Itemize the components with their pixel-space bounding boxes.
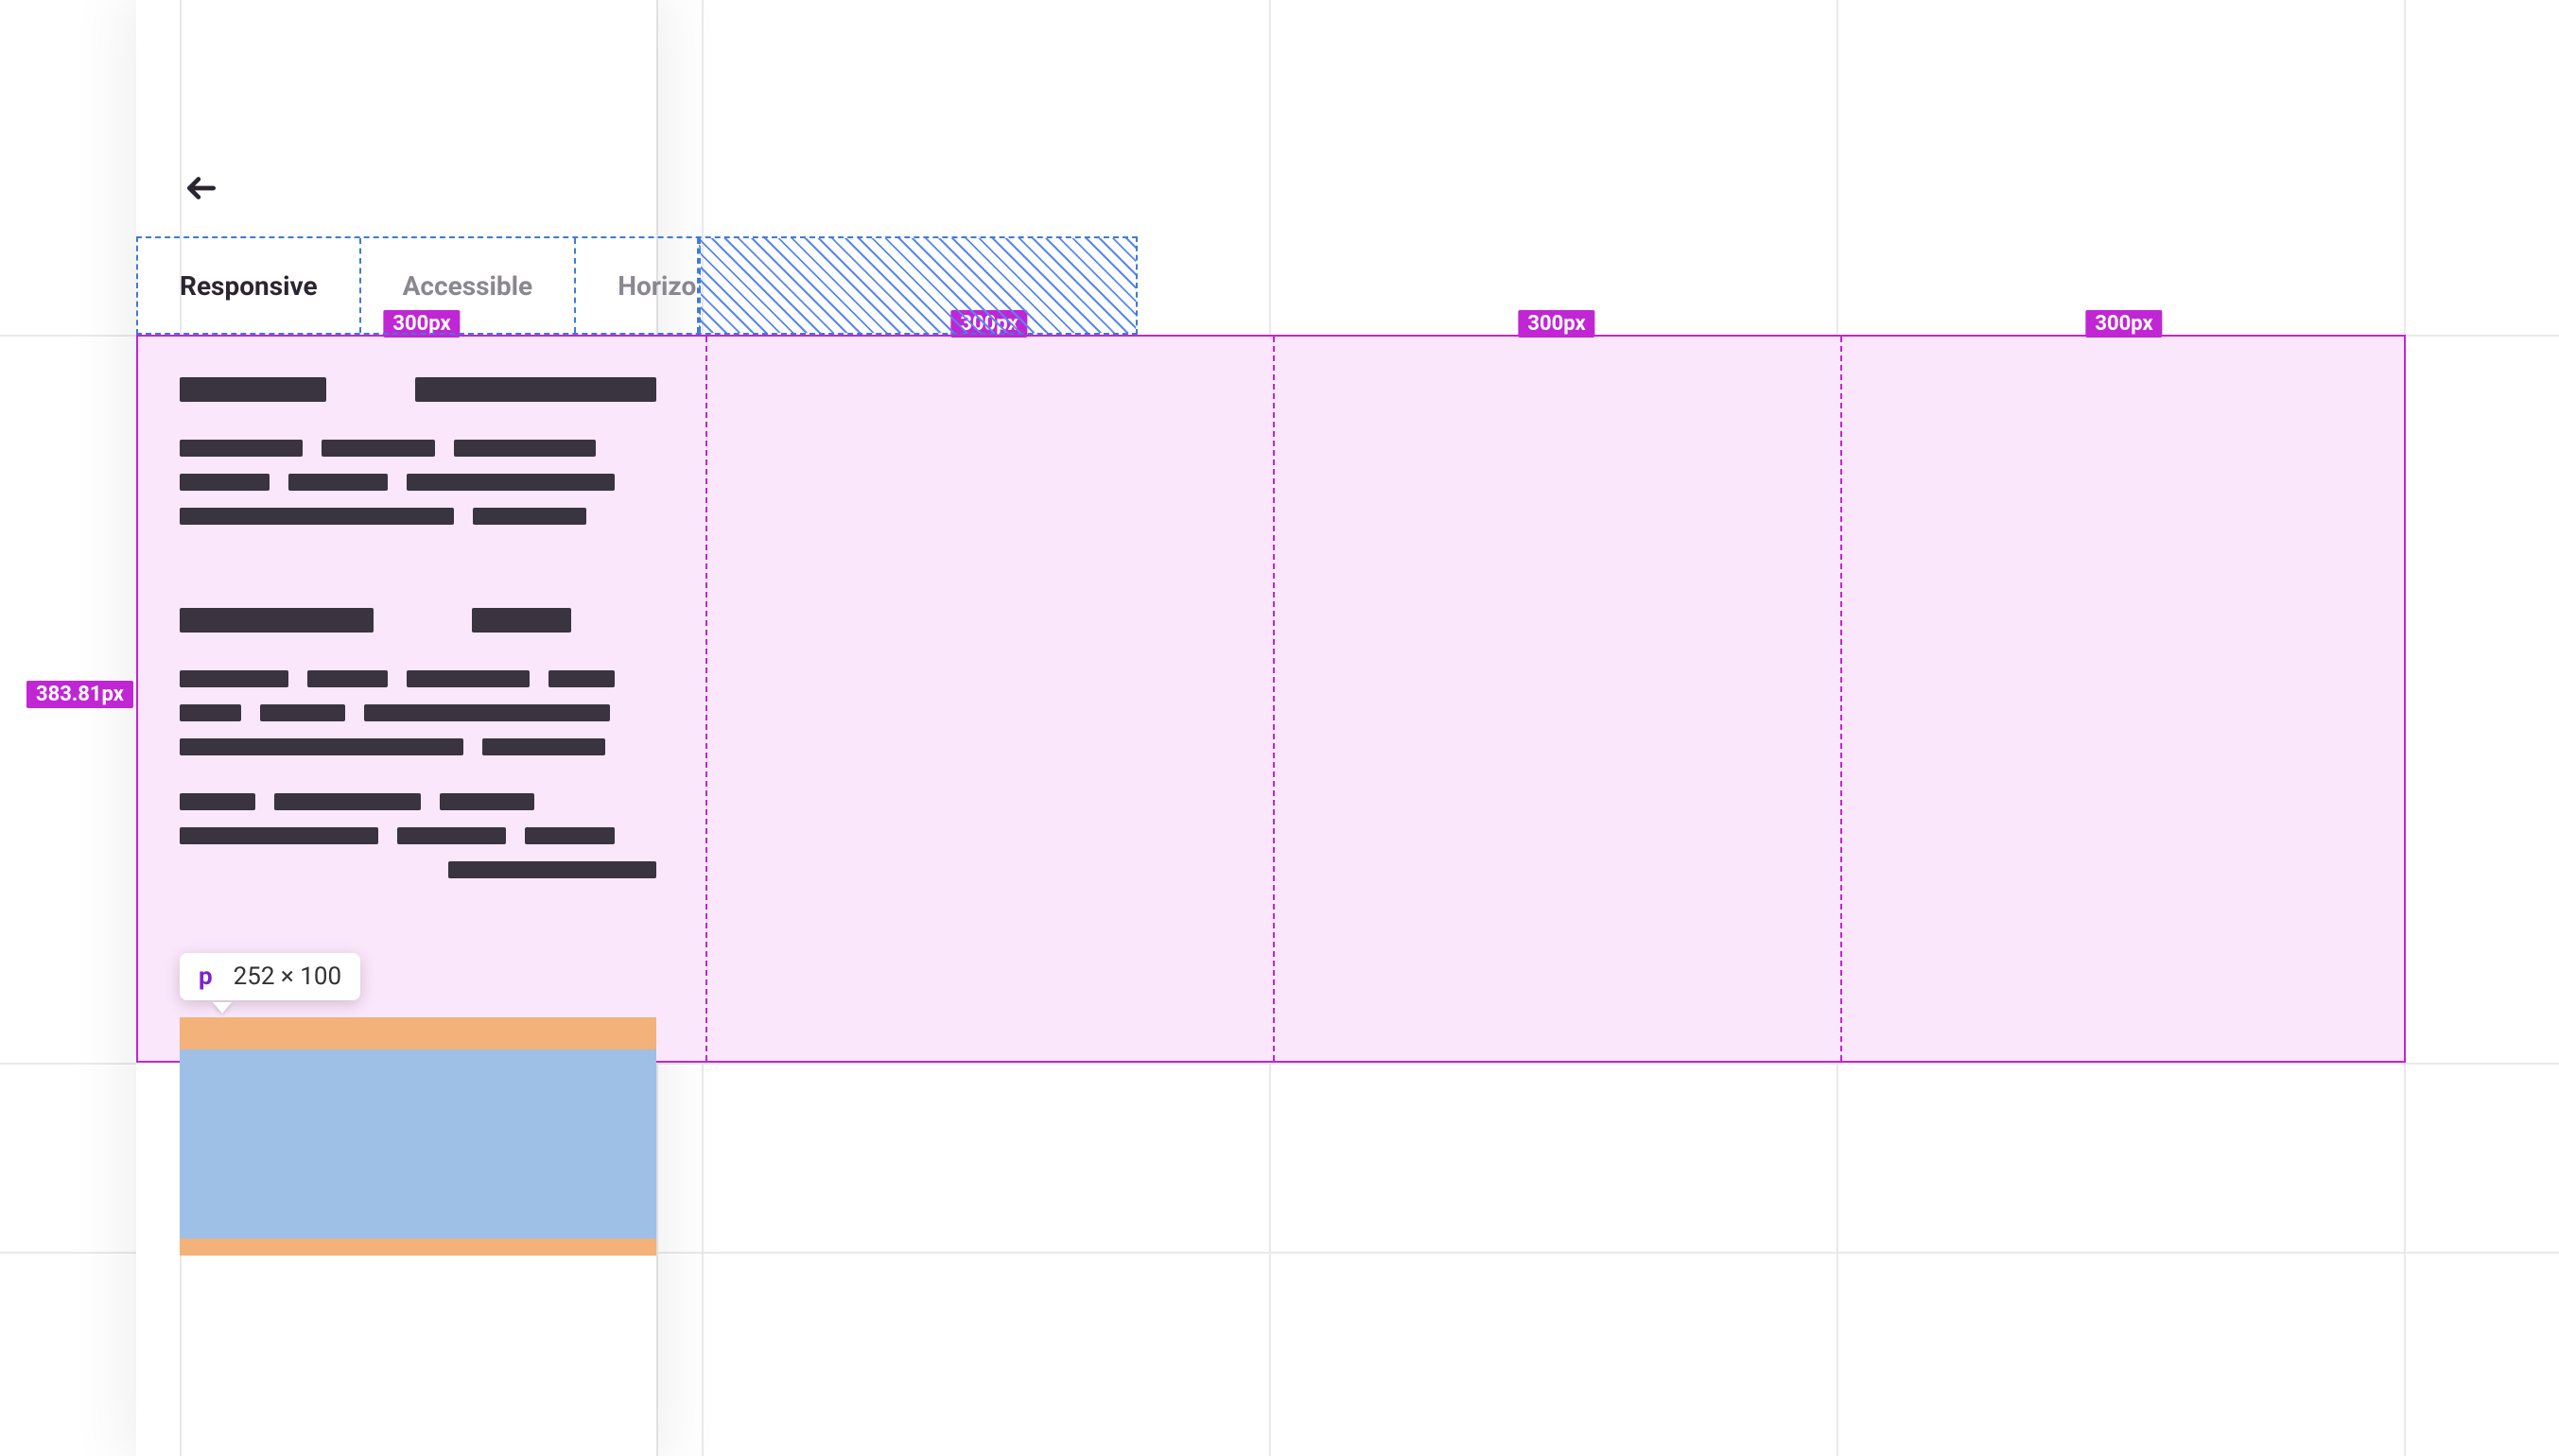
redacted-heading [180,608,656,633]
content-block [180,377,656,570]
redacted-text [180,793,656,810]
box-model-margin [180,1017,656,1049]
tabs-overflow-region [699,238,1136,333]
tab-label: Responsive [180,270,318,302]
grid-column-divider [705,337,707,1061]
tab-responsive[interactable]: Responsive [138,238,361,333]
redacted-text [180,738,656,755]
box-model-overlay [180,1017,656,1256]
tab-horizontal[interactable]: Horizontal [576,238,699,333]
redacted-text [180,827,656,844]
box-model-margin [180,1239,656,1256]
redacted-text [180,440,656,457]
selection-height-badge: 383.81px [26,681,133,708]
back-button[interactable] [180,166,223,210]
grid-column-divider [1840,337,1842,1061]
tabs-scroller[interactable]: Responsive Accessible Horizontal [136,236,1138,335]
tooltip-dimensions: 252 × 100 [234,962,341,991]
tab-label: Accessible [403,270,533,302]
grid-column-divider [1273,337,1275,1061]
box-model-content [180,1049,656,1239]
redacted-text [180,508,656,525]
tab-label: Horizontal [618,270,699,302]
column-width-badge: 300px [2085,310,2162,338]
inspector-tooltip: p 252 × 100 [180,953,360,1000]
tooltip-tag-name: p [199,962,213,991]
redacted-text [180,704,656,721]
tab-panel-content [180,377,656,890]
tooltip-caret [213,1002,232,1014]
redacted-text [180,670,656,687]
tab-accessible[interactable]: Accessible [361,238,577,333]
redacted-text [180,474,656,491]
content-block [180,570,656,890]
redacted-heading [180,377,656,402]
column-width-badge: 300px [1518,310,1594,338]
arrow-left-icon [183,170,219,206]
